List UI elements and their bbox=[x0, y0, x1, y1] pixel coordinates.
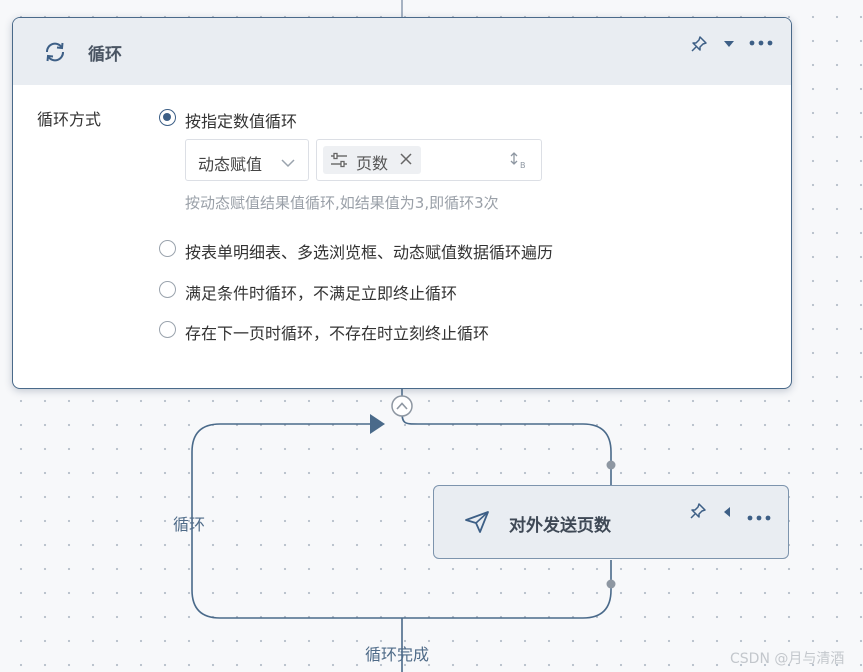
sliders-icon bbox=[330, 152, 348, 172]
loop-config-card: 循环 循环方式 按指定数值循环 动态赋值 页数 B 按动态赋值结果值循环,如结果… bbox=[12, 17, 792, 389]
radio-fixed-count[interactable] bbox=[159, 109, 176, 126]
variable-tag[interactable]: 页数 bbox=[323, 146, 421, 174]
pin-icon[interactable] bbox=[689, 502, 707, 524]
caret-down-icon[interactable] bbox=[722, 38, 736, 50]
radio-condition[interactable] bbox=[159, 281, 176, 298]
more-icon[interactable] bbox=[747, 507, 771, 526]
loop-arrow-head bbox=[370, 414, 385, 434]
loop-branch-label: 循环 bbox=[173, 515, 206, 534]
radio-iterate-data[interactable] bbox=[159, 240, 176, 257]
variable-tag-label: 页数 bbox=[356, 154, 389, 173]
option-condition-label[interactable]: 满足条件时循环，不满足立即终止循环 bbox=[185, 280, 457, 304]
value-type-select-value: 动态赋值 bbox=[198, 155, 263, 174]
collapse-toggle-icon[interactable] bbox=[391, 395, 413, 417]
send-icon bbox=[464, 510, 490, 538]
chevron-down-icon bbox=[280, 154, 296, 173]
more-icon[interactable] bbox=[749, 39, 773, 47]
loop-card-title: 循环 bbox=[88, 45, 122, 65]
option-fixed-count-label[interactable]: 按指定数值循环 bbox=[185, 108, 297, 132]
send-node-title: 对外发送页数 bbox=[509, 516, 611, 536]
send-page-count-node[interactable]: 对外发送页数 bbox=[433, 485, 789, 559]
variable-input[interactable]: 页数 B bbox=[316, 139, 542, 181]
loop-hint-text: 按动态赋值结果值循环,如结果值为3,即循环3次 bbox=[185, 194, 499, 212]
node-in-port[interactable] bbox=[606, 460, 616, 470]
value-type-select[interactable]: 动态赋值 bbox=[185, 139, 309, 181]
variable-picker-icon[interactable]: B bbox=[509, 151, 529, 175]
option-next-page-label[interactable]: 存在下一页时循环，不存在时立刻终止循环 bbox=[185, 320, 489, 344]
node-out-port[interactable] bbox=[606, 579, 616, 589]
loop-method-label: 循环方式 bbox=[37, 110, 102, 129]
option-iterate-data-label[interactable]: 按表单明细表、多选浏览框、动态赋值数据循环遍历 bbox=[185, 239, 553, 263]
refresh-icon bbox=[43, 40, 67, 64]
radio-next-page[interactable] bbox=[159, 321, 176, 338]
caret-left-icon[interactable] bbox=[722, 504, 732, 523]
loop-done-label: 循环完成 bbox=[365, 645, 430, 664]
svg-text:B: B bbox=[520, 161, 526, 170]
pin-icon[interactable] bbox=[690, 35, 708, 53]
close-icon[interactable] bbox=[398, 151, 414, 171]
watermark: CSDN @月与清酒 bbox=[730, 651, 845, 667]
loop-card-header: 循环 bbox=[13, 18, 791, 85]
